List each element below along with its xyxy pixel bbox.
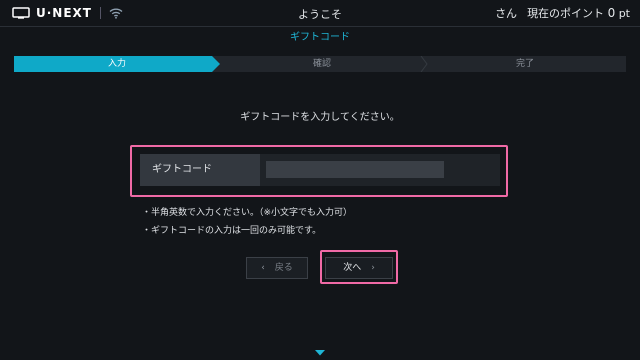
points-label-text: 現在のポイント — [527, 7, 605, 20]
page-title: ギフトコード — [290, 32, 350, 43]
instruction-text: ギフトコードを入力してください。 — [240, 112, 400, 123]
points-value: 0 — [607, 6, 616, 20]
chevron-left-icon: ‹ — [261, 263, 265, 273]
step-complete: 完了 — [515, 59, 534, 69]
points-label: 現在のポイント 0 pt — [527, 5, 630, 21]
progress-steps: 入力 確認 完了 — [14, 56, 626, 72]
note-item: ・半角英数で入力ください。（※小文字でも入力可） — [142, 208, 353, 218]
chevron-right-icon: › — [371, 263, 375, 273]
gift-code-row: ギフトコード — [140, 154, 500, 186]
chevron-down-icon[interactable] — [314, 349, 326, 357]
back-button[interactable]: ‹ 戻る — [246, 257, 308, 279]
user-points-area: さん 現在のポイント 0 pt — [495, 5, 630, 21]
next-button-label: 次へ — [343, 263, 362, 273]
back-button-label: 戻る — [274, 263, 293, 273]
notes: ・半角英数で入力ください。（※小文字でも入力可） ・ギフトコードの入力は一回のみ… — [142, 204, 352, 240]
step-input: 入力 — [14, 56, 220, 72]
user-name-suffix: さん — [495, 7, 518, 20]
gift-code-input[interactable] — [266, 161, 444, 178]
step-confirm: 確認 — [312, 59, 331, 69]
note-item: ・ギフトコードの入力は一回のみ可能です。 — [142, 226, 322, 236]
header-divider — [0, 26, 640, 27]
top-bar: U·NEXT ようこそ さん 現在のポイント 0 pt — [0, 0, 640, 26]
points-unit: pt — [618, 7, 630, 20]
gift-code-label: ギフトコード — [140, 154, 260, 186]
next-button[interactable]: 次へ › — [325, 257, 393, 279]
